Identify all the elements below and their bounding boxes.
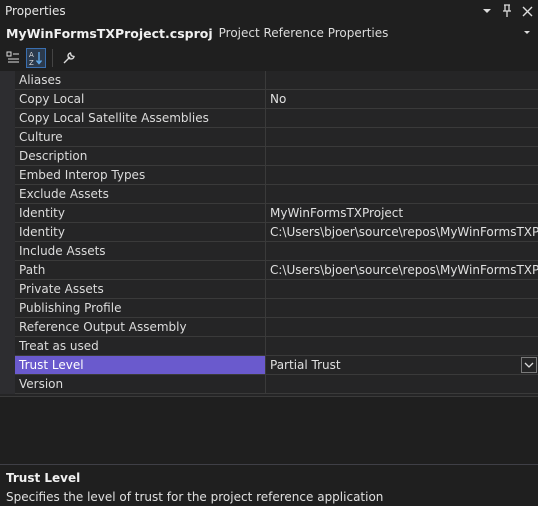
object-type: Project Reference Properties bbox=[218, 26, 389, 40]
property-name[interactable]: Treat as used bbox=[15, 337, 265, 356]
row-gutter bbox=[0, 109, 15, 128]
row-gutter bbox=[0, 223, 15, 242]
property-row[interactable]: Copy Local No bbox=[0, 90, 538, 109]
row-gutter bbox=[0, 318, 15, 337]
property-name[interactable]: Publishing Profile bbox=[15, 299, 265, 318]
properties-toolbar: A Z bbox=[0, 45, 538, 71]
property-name[interactable]: Include Assets bbox=[15, 242, 265, 261]
property-row[interactable]: Copy Local Satellite Assemblies bbox=[0, 109, 538, 128]
grid-empty-area bbox=[0, 396, 538, 465]
property-grid: Aliases Copy Local No Copy Local Satellite … bbox=[0, 71, 538, 396]
window-position-dropdown-icon[interactable] bbox=[480, 3, 494, 19]
property-value[interactable]: No bbox=[265, 90, 538, 109]
row-gutter bbox=[0, 128, 15, 147]
property-row[interactable]: Publishing Profile bbox=[0, 299, 538, 318]
row-gutter bbox=[0, 280, 15, 299]
property-name[interactable]: Trust Level bbox=[15, 356, 265, 375]
svg-text:A: A bbox=[29, 51, 34, 59]
property-value[interactable]: MyWinFormsTXProject bbox=[265, 204, 538, 223]
property-value[interactable]: Partial Trust bbox=[265, 356, 538, 375]
property-name[interactable]: Copy Local bbox=[15, 90, 265, 109]
property-value[interactable] bbox=[265, 337, 538, 356]
property-row[interactable]: Identity MyWinFormsTXProject bbox=[0, 204, 538, 223]
row-gutter bbox=[0, 204, 15, 223]
categorized-icon bbox=[6, 51, 19, 63]
property-row[interactable]: Description bbox=[0, 147, 538, 166]
property-row[interactable]: Reference Output Assembly bbox=[0, 318, 538, 337]
property-row[interactable]: Culture bbox=[0, 128, 538, 147]
wrench-icon bbox=[63, 52, 75, 64]
description-text: Specifies the level of trust for the pro… bbox=[6, 490, 384, 504]
property-name[interactable]: Description bbox=[15, 147, 265, 166]
property-value[interactable]: C:\Users\bjoer\source\repos\MyWinFormsTX… bbox=[265, 223, 538, 242]
row-gutter bbox=[0, 261, 15, 280]
property-row[interactable]: Aliases bbox=[0, 71, 538, 90]
value-dropdown-button[interactable] bbox=[521, 357, 537, 373]
window-buttons bbox=[480, 3, 534, 19]
property-name[interactable]: Copy Local Satellite Assemblies bbox=[15, 109, 265, 128]
property-value[interactable] bbox=[265, 147, 538, 166]
property-value[interactable] bbox=[265, 375, 538, 394]
row-gutter bbox=[0, 356, 15, 375]
properties-titlebar: Properties bbox=[0, 0, 538, 22]
row-gutter bbox=[0, 166, 15, 185]
property-name[interactable]: Culture bbox=[15, 128, 265, 147]
property-value[interactable] bbox=[265, 318, 538, 337]
object-selector[interactable]: MyWinFormsTXProject.csproj Project Refer… bbox=[0, 22, 538, 44]
alphabetical-view-button[interactable]: A Z bbox=[26, 48, 46, 68]
description-panel: Trust Level Specifies the level of trust… bbox=[0, 464, 538, 506]
close-icon[interactable] bbox=[520, 3, 534, 19]
row-gutter bbox=[0, 375, 15, 394]
toolbar-separator bbox=[52, 49, 53, 67]
chevron-down-icon[interactable] bbox=[522, 26, 532, 40]
property-name[interactable]: Path bbox=[15, 261, 265, 280]
row-gutter bbox=[0, 299, 15, 318]
row-gutter bbox=[0, 147, 15, 166]
row-gutter bbox=[0, 71, 15, 90]
property-value[interactable] bbox=[265, 128, 538, 147]
row-gutter bbox=[0, 242, 15, 261]
property-name[interactable]: Reference Output Assembly bbox=[15, 318, 265, 337]
property-row[interactable]: Trust Level Partial Trust bbox=[0, 356, 538, 375]
property-value[interactable] bbox=[265, 166, 538, 185]
property-row[interactable]: Exclude Assets bbox=[0, 185, 538, 204]
property-row[interactable]: Include Assets bbox=[0, 242, 538, 261]
description-title: Trust Level bbox=[6, 471, 81, 485]
property-value[interactable] bbox=[265, 185, 538, 204]
property-value[interactable] bbox=[265, 280, 538, 299]
row-gutter bbox=[0, 185, 15, 204]
svg-text:Z: Z bbox=[29, 59, 34, 66]
property-name[interactable]: Private Assets bbox=[15, 280, 265, 299]
property-row[interactable]: Path C:\Users\bjoer\source\repos\MyWinFor… bbox=[0, 261, 538, 280]
object-name: MyWinFormsTXProject.csproj bbox=[6, 25, 213, 41]
property-name[interactable]: Exclude Assets bbox=[15, 185, 265, 204]
chevron-down-icon bbox=[524, 362, 534, 368]
property-name[interactable]: Embed Interop Types bbox=[15, 166, 265, 185]
property-name[interactable]: Aliases bbox=[15, 71, 265, 90]
property-name[interactable]: Version bbox=[15, 375, 265, 394]
property-row[interactable]: Identity C:\Users\bjoer\source\repos\MyWi… bbox=[0, 223, 538, 242]
property-row[interactable]: Embed Interop Types bbox=[0, 166, 538, 185]
property-value[interactable] bbox=[265, 109, 538, 128]
property-value[interactable] bbox=[265, 299, 538, 318]
row-gutter bbox=[0, 90, 15, 109]
property-name[interactable]: Identity bbox=[15, 223, 265, 242]
property-pages-button[interactable] bbox=[59, 48, 79, 68]
window-title: Properties bbox=[5, 4, 66, 18]
pin-icon[interactable] bbox=[500, 3, 514, 19]
property-value[interactable] bbox=[265, 71, 538, 90]
property-value[interactable] bbox=[265, 242, 538, 261]
categorized-view-button[interactable] bbox=[3, 48, 23, 68]
sort-alphabetical-icon: A Z bbox=[29, 51, 43, 66]
property-row[interactable]: Private Assets bbox=[0, 280, 538, 299]
property-name[interactable]: Identity bbox=[15, 204, 265, 223]
property-row[interactable]: Treat as used bbox=[0, 337, 538, 356]
property-row[interactable]: Version bbox=[0, 375, 538, 394]
row-gutter bbox=[0, 337, 15, 356]
property-value[interactable]: C:\Users\bjoer\source\repos\MyWinFormsTX… bbox=[265, 261, 538, 280]
